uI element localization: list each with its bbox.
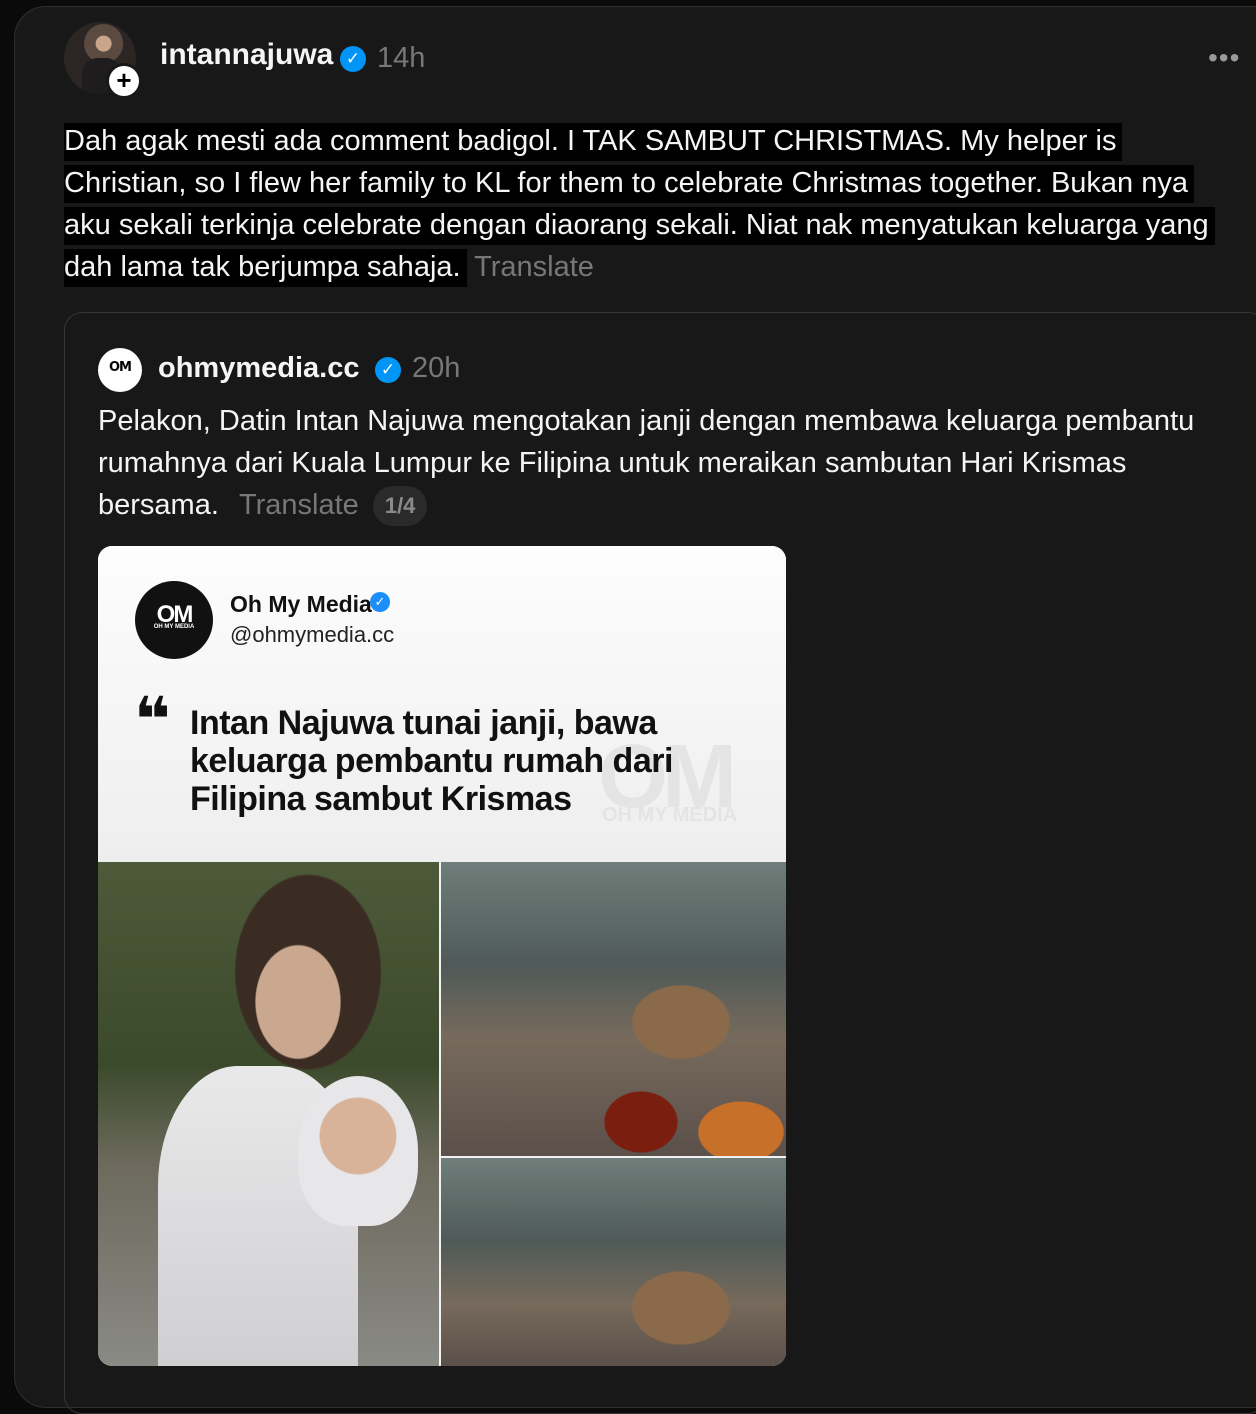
media-card[interactable]: OM OH MY MEDIA Oh My Media ✓ @ohmymedia.… xyxy=(98,546,786,1366)
quoted-post-text: Pelakon, Datin Intan Najuwa mengotakan j… xyxy=(98,400,1218,527)
ohmymedia-logo: OM OH MY MEDIA xyxy=(135,581,213,659)
caption-text: Dah agak mesti ada comment badigol. I TA… xyxy=(64,123,1215,287)
author-username[interactable]: intannajuwa xyxy=(160,38,333,72)
media-pager: 1/4 xyxy=(372,486,428,527)
translate-link[interactable]: Translate xyxy=(239,489,359,521)
verified-badge-icon: ✓ xyxy=(340,46,366,72)
quote-mark-icon: ❝ xyxy=(134,686,171,755)
media-account-name: Oh My Media xyxy=(230,591,372,617)
quoted-author-avatar[interactable]: OM xyxy=(98,348,142,392)
photo-family-dining-bottom xyxy=(441,1158,786,1366)
photo-detail-baby xyxy=(298,1076,418,1226)
follow-plus-icon[interactable]: + xyxy=(106,63,142,99)
verified-badge-icon: ✓ xyxy=(375,357,401,383)
post-caption: Dah agak mesti ada comment badigol. I TA… xyxy=(64,120,1224,288)
verified-badge-icon: ✓ xyxy=(370,592,390,612)
quoted-author-username[interactable]: ohmymedia.cc xyxy=(158,352,359,385)
translate-link[interactable]: Translate xyxy=(474,251,594,283)
more-options-icon[interactable]: ••• xyxy=(1208,42,1240,74)
quoted-post-timestamp[interactable]: 20h xyxy=(412,352,460,385)
photo-family-dining-top xyxy=(441,862,786,1156)
media-account-handle: @ohmymedia.cc xyxy=(230,622,395,647)
media-card-header: OM OH MY MEDIA Oh My Media ✓ @ohmymedia.… xyxy=(98,546,786,862)
post-timestamp[interactable]: 14h xyxy=(377,42,425,75)
media-headline: Intan Najuwa tunai janji, bawa keluarga … xyxy=(190,704,673,818)
